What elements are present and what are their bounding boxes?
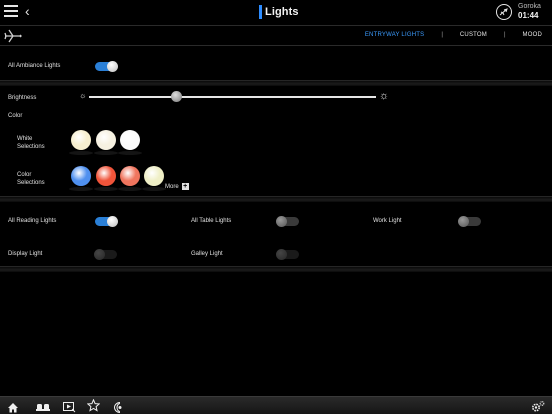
table-lights-toggle[interactable] — [276, 216, 299, 227]
toggle-knob — [107, 61, 118, 72]
tab-entryway-lights[interactable]: ENTRYWAY LIGHTS — [365, 32, 424, 38]
color-swatch-blue[interactable] — [69, 166, 93, 191]
tab-mood[interactable]: MOOD — [523, 32, 542, 38]
title-accent-bar — [259, 5, 262, 19]
toggle-knob — [107, 216, 118, 227]
color-swatch-cream[interactable] — [142, 166, 166, 191]
reading-lights-toggle[interactable] — [95, 216, 118, 227]
display-light-label: Display Light — [8, 251, 43, 257]
ambiance-label: All Ambiance Lights — [8, 63, 61, 69]
plus-icon: + — [181, 183, 189, 190]
color-label: Color — [8, 113, 23, 119]
hamburger-menu-icon[interactable] — [4, 5, 18, 17]
color-selections-label: Color Selections — [17, 172, 45, 186]
white-swatch-warm[interactable] — [69, 130, 93, 155]
white-swatch-neutral[interactable] — [94, 130, 118, 155]
sub-navigation-bar: ENTRYWAY LIGHTS | CUSTOM | MOOD — [0, 25, 552, 46]
destination-time: 01:44 — [518, 11, 539, 20]
table-lights-label: All Table Lights — [191, 218, 232, 224]
color-swatch-salmon[interactable] — [118, 166, 142, 191]
galley-light-toggle[interactable] — [276, 249, 299, 260]
white-swatch-cool[interactable] — [118, 130, 142, 155]
section-divider — [0, 196, 552, 202]
display-light-toggle[interactable] — [94, 249, 117, 260]
more-label: More — [165, 183, 179, 190]
favorites-star-icon[interactable] — [86, 398, 101, 414]
toggle-knob — [276, 216, 287, 227]
bottom-nav-bar — [0, 396, 552, 414]
home-icon[interactable] — [7, 400, 19, 414]
back-chevron-icon[interactable]: ‹ — [25, 3, 30, 19]
flight-progress-icon[interactable] — [496, 4, 512, 20]
section-divider — [0, 80, 552, 86]
brightness-low-icon: ☼ — [79, 91, 87, 100]
toggle-knob — [276, 249, 287, 260]
brightness-slider-handle[interactable] — [171, 91, 182, 102]
audio-icon[interactable] — [113, 400, 126, 414]
brightness-high-icon: ☼ — [379, 90, 390, 102]
media-icon[interactable] — [63, 400, 76, 414]
brightness-slider-track[interactable] — [89, 96, 376, 98]
settings-icon[interactable] — [531, 400, 545, 414]
airplane-icon[interactable] — [4, 29, 22, 48]
top-bar: ‹ Lights Goroka 01:44 — [0, 0, 552, 25]
toggle-knob — [458, 216, 469, 227]
color-swatch-red[interactable] — [94, 166, 118, 191]
brightness-label: Brightness — [8, 95, 37, 101]
work-light-label: Work Light — [373, 218, 402, 224]
white-selections-label: White Selections — [17, 136, 45, 150]
toggle-knob — [94, 249, 105, 260]
destination-name: Goroka — [518, 3, 541, 10]
ambiance-toggle[interactable] — [95, 61, 118, 72]
lights-tabs: ENTRYWAY LIGHTS | CUSTOM | MOOD — [365, 32, 542, 38]
reading-lights-label: All Reading Lights — [8, 218, 57, 224]
work-light-toggle[interactable] — [458, 216, 481, 227]
tab-separator: | — [441, 32, 443, 38]
page-title-group: Lights — [259, 4, 299, 20]
seat-icon[interactable] — [36, 400, 51, 414]
galley-light-label: Galley Light — [191, 251, 223, 257]
more-colors-button[interactable]: More + — [165, 183, 189, 190]
tab-custom[interactable]: CUSTOM — [460, 32, 487, 38]
tab-separator: | — [503, 32, 506, 38]
section-divider — [0, 266, 552, 272]
page-title: Lights — [265, 6, 299, 18]
